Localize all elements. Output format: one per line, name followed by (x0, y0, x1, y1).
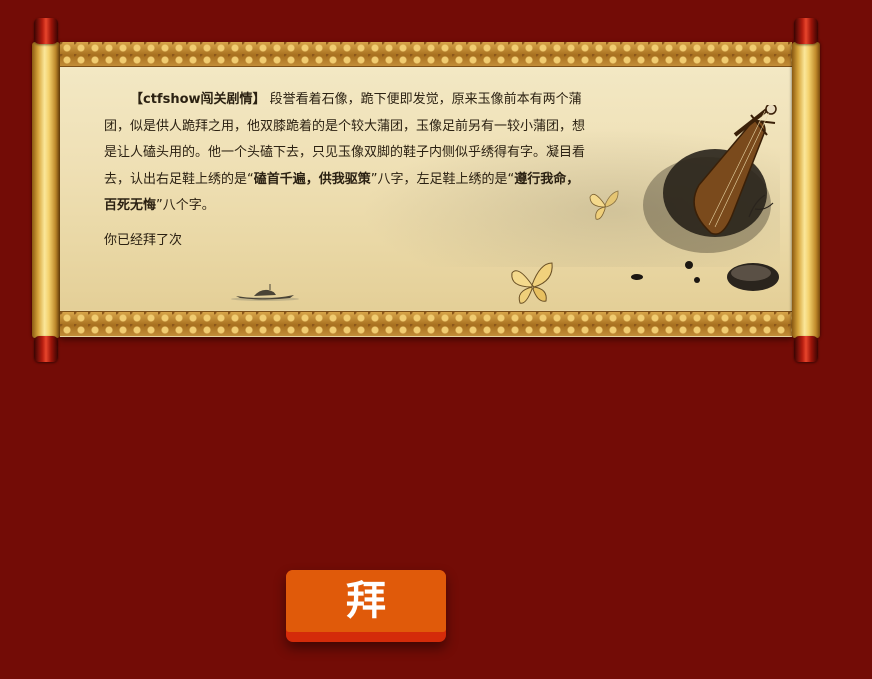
pipa-ink-painting (631, 105, 779, 291)
bow-button[interactable]: 拜 (286, 570, 446, 642)
bow-count-text: 你已经拜了次 (104, 233, 183, 248)
scroll-sheet: 【ctfshow闯关剧情】 段誉看着石像，跪下便即发觉，原来玉像前本有两个蒲团，… (60, 67, 792, 310)
story-text-part-2: ”八字，左足鞋上绣的是“ (370, 171, 515, 187)
butterfly-illustration-2 (511, 262, 553, 304)
scroll-bottom-border (60, 311, 792, 336)
scroll-left-rod (32, 18, 60, 362)
scroll-banner: 【ctfshow闯关剧情】 段誉看着石像，跪下便即发觉，原来玉像前本有两个蒲团，… (32, 18, 820, 362)
page: 【ctfshow闯关剧情】 段誉看着石像，跪下便即发觉，原来玉像前本有两个蒲团，… (0, 0, 872, 679)
story-tag: 【ctfshow闯关剧情】 (130, 92, 266, 107)
scroll-right-rod (792, 18, 820, 362)
story-text: 【ctfshow闯关剧情】 段誉看着石像，跪下便即发觉，原来玉像前本有两个蒲团，… (104, 87, 587, 220)
story-text-part-3: ”八个字。 (156, 198, 215, 213)
bow-button-label: 拜 (286, 570, 446, 632)
scroll-paper: 【ctfshow闯关剧情】 段誉看着石像，跪下便即发觉，原来玉像前本有两个蒲团，… (60, 42, 792, 337)
boat-illustration (231, 284, 299, 301)
scroll-top-border (60, 42, 792, 67)
right-shoe-inscription: 磕首千遍，供我驱策 (253, 171, 371, 187)
